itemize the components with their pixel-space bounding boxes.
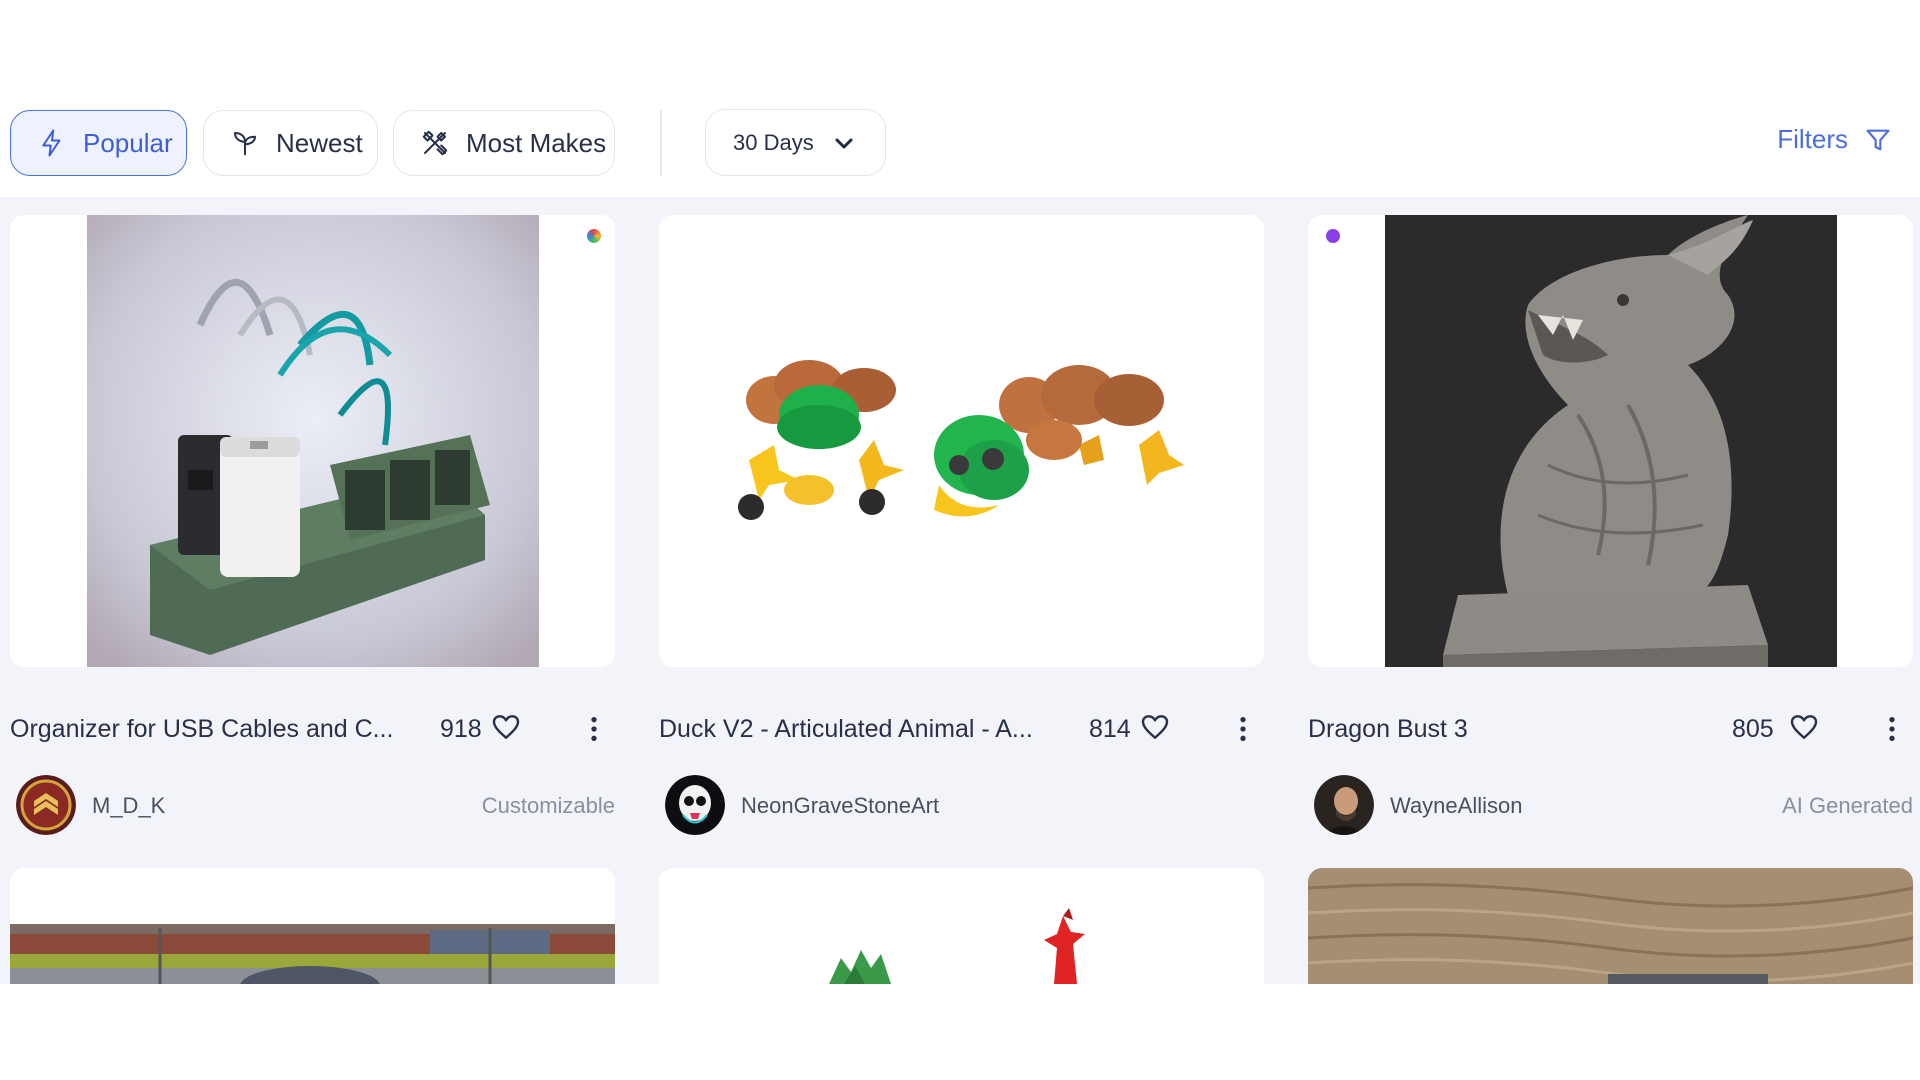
avatar-image [1314, 775, 1374, 835]
chess-pieces-image [829, 908, 1085, 984]
model-thumbnail[interactable] [10, 215, 615, 667]
multicolor-dot [587, 229, 601, 243]
avatar[interactable] [16, 775, 76, 835]
organizer-image [87, 215, 539, 667]
author-name[interactable]: M_D_K [92, 793, 165, 819]
model-title[interactable]: Duck V2 - Articulated Animal - A... [659, 715, 1033, 744]
tab-newest-label: Newest [276, 127, 363, 158]
period-value: 30 Days [733, 129, 814, 155]
dragon-bust-image [1385, 215, 1837, 667]
customizable-tag: Customizable [481, 793, 615, 818]
more-options-icon[interactable] [1233, 713, 1253, 745]
model-thumbnail[interactable] [659, 215, 1264, 667]
park-image [10, 868, 615, 984]
like-count: 814 [1089, 715, 1131, 743]
avatar[interactable] [665, 775, 725, 835]
author-name[interactable]: WayneAllison [1390, 793, 1522, 819]
tab-popular-label: Popular [83, 127, 173, 158]
lightning-icon [42, 129, 61, 157]
tab-newest[interactable]: Newest [203, 110, 378, 176]
filters-label: Filters [1777, 124, 1848, 154]
duck-image [738, 360, 1184, 520]
more-options-icon[interactable] [1882, 713, 1902, 745]
ai-generated-dot [1326, 229, 1340, 243]
heart-icon[interactable] [1139, 711, 1171, 743]
tab-most-makes[interactable]: Most Makes [393, 110, 615, 176]
model-title[interactable]: Dragon Bust 3 [1308, 715, 1468, 744]
tab-most-makes-label: Most Makes [466, 127, 607, 158]
period-dropdown[interactable]: 30 Days [705, 109, 886, 176]
model-thumbnail[interactable] [10, 868, 615, 984]
more-options-icon[interactable] [584, 713, 604, 745]
heart-icon[interactable] [1788, 711, 1820, 743]
wood-image [1308, 868, 1913, 984]
avatar-image [16, 775, 76, 835]
chevron-down-icon [835, 138, 853, 149]
page-bottom [0, 984, 1920, 1080]
sprout-icon [234, 132, 256, 156]
model-grid: Organizer for USB Cables and C... 918 M_… [0, 197, 1920, 984]
like-count: 805 [1732, 715, 1774, 743]
toolbar-divider [660, 110, 662, 176]
heart-icon[interactable] [490, 711, 522, 743]
filters-button[interactable]: Filters [1777, 124, 1892, 155]
tools-icon [422, 130, 448, 156]
tab-popular[interactable]: Popular [10, 110, 187, 176]
model-thumbnail[interactable] [1308, 215, 1913, 667]
model-thumbnail[interactable] [1308, 868, 1913, 984]
avatar-image [665, 775, 725, 835]
like-count: 918 [440, 715, 482, 743]
ai-generated-tag: AI Generated [1782, 793, 1913, 818]
avatar[interactable] [1314, 775, 1374, 835]
model-title[interactable]: Organizer for USB Cables and C... [10, 715, 394, 744]
author-name[interactable]: NeonGraveStoneArt [741, 793, 939, 819]
filter-icon [1866, 129, 1890, 150]
model-thumbnail[interactable] [659, 868, 1264, 984]
sort-toolbar: Popular Newest Most Makes 30 Days Filter… [0, 0, 1920, 197]
